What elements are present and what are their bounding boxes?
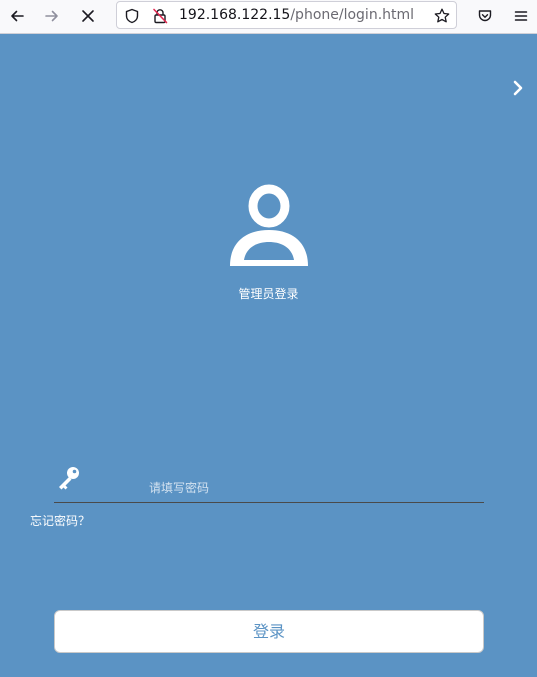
forgot-password-link[interactable]: 忘记密码？ [30,512,90,529]
url-bar[interactable]: 192.168.122.15/phone/login.html [116,1,457,29]
forward-arrow-icon [45,10,58,22]
stop-loading-icon [82,10,94,22]
user-avatar-icon [230,184,308,266]
pocket-icon [478,10,492,22]
url-host: 192.168.122.15 [179,7,291,23]
stop-button[interactable] [73,0,103,32]
browser-toolbar: 192.168.122.15/phone/login.html [0,0,537,34]
chevron-right-icon[interactable] [508,78,528,98]
shield-icon[interactable] [123,7,141,25]
menu-icon [514,11,528,21]
back-button[interactable] [2,0,32,32]
app-menu-button[interactable] [506,0,536,32]
forward-button[interactable] [37,0,67,32]
bookmark-star-icon[interactable] [433,7,451,25]
url-text[interactable]: 192.168.122.15/phone/login.html [179,7,414,23]
pocket-button[interactable] [470,0,500,32]
back-arrow-icon [11,10,24,22]
password-input[interactable] [54,474,484,503]
url-path: /phone/login.html [290,7,415,23]
page-title: 管理员登录 [238,287,299,301]
insecure-lock-icon[interactable] [151,7,169,25]
login-button[interactable]: 登录 [54,610,484,653]
login-page: 管理员登录 忘记密码？ 登录 [0,34,537,677]
